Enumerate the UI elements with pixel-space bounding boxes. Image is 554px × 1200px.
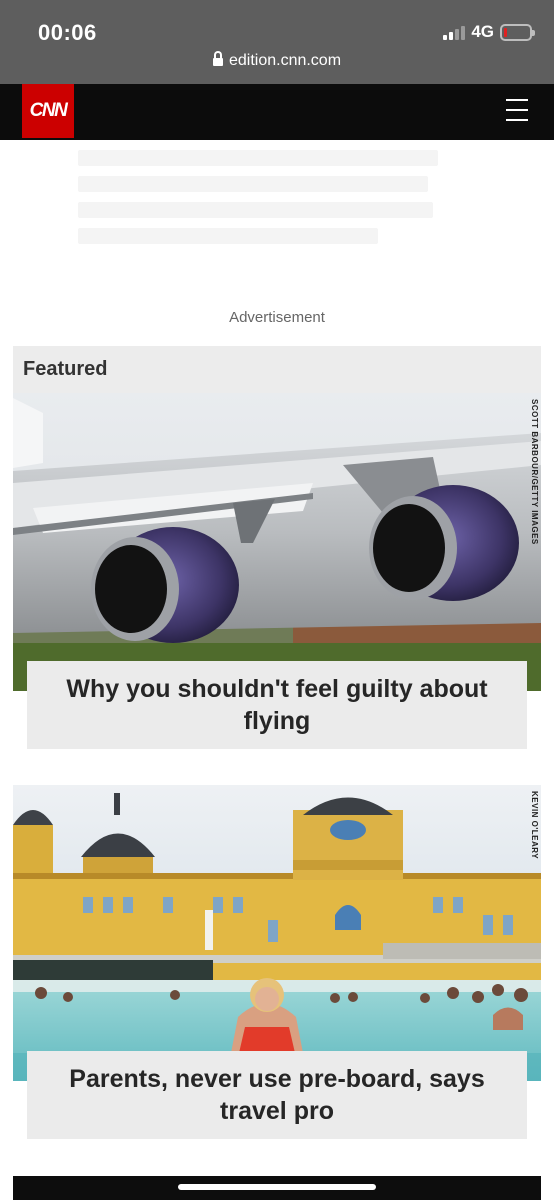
card-headline[interactable]: Parents, never use pre-board, says trave… xyxy=(27,1051,527,1139)
featured-card[interactable]: KEVIN O'LEARY Parents, never use pre-boa… xyxy=(13,785,541,1151)
featured-section-header: Featured xyxy=(13,346,541,393)
network-type: 4G xyxy=(471,22,494,41)
url-text: edition.cnn.com xyxy=(228,52,342,69)
photo-credit: KEVIN O'LEARY xyxy=(530,791,539,860)
featured-title: Featured xyxy=(23,358,108,380)
lock-icon xyxy=(212,51,223,67)
advertisement-label: Advertisement xyxy=(229,309,325,326)
status-indicators: 4G xyxy=(443,22,535,42)
battery-icon xyxy=(500,23,535,41)
thermal-bath-image[interactable]: KEVIN O'LEARY xyxy=(13,785,541,1081)
photo-credit: SCOTT BARBOUR/GETTY IMAGES xyxy=(530,399,539,545)
airplane-engine-image[interactable]: SCOTT BARBOUR/GETTY IMAGES xyxy=(13,393,541,691)
featured-card[interactable]: SCOTT BARBOUR/GETTY IMAGES Why you shoul… xyxy=(13,393,541,759)
home-indicator[interactable] xyxy=(178,1184,376,1190)
hamburger-menu-icon[interactable] xyxy=(506,99,528,121)
status-time: 00:06 xyxy=(38,20,97,45)
status-bar: 00:06 4G edition.cnn.com xyxy=(0,0,554,84)
cnn-logo[interactable]: CNN xyxy=(22,84,74,138)
url-bar[interactable]: edition.cnn.com xyxy=(0,51,554,70)
cellular-signal-icon xyxy=(443,24,466,40)
site-header: CNN xyxy=(0,84,554,140)
faded-content-area xyxy=(0,140,554,300)
card-headline[interactable]: Why you shouldn't feel guilty about flyi… xyxy=(27,661,527,749)
